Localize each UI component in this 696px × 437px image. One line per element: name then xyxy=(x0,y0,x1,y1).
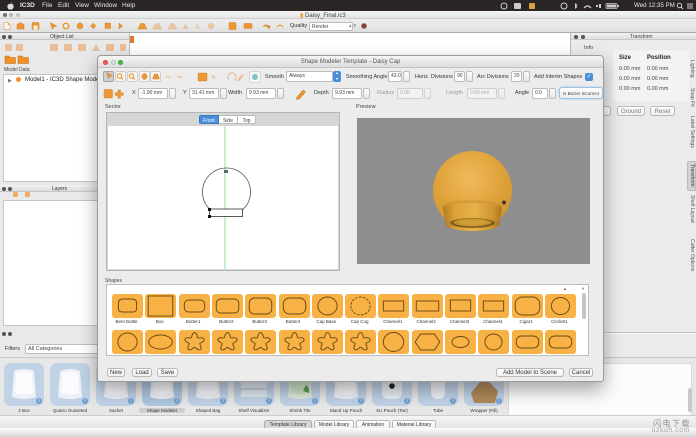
svg-text:A: A xyxy=(195,24,200,31)
